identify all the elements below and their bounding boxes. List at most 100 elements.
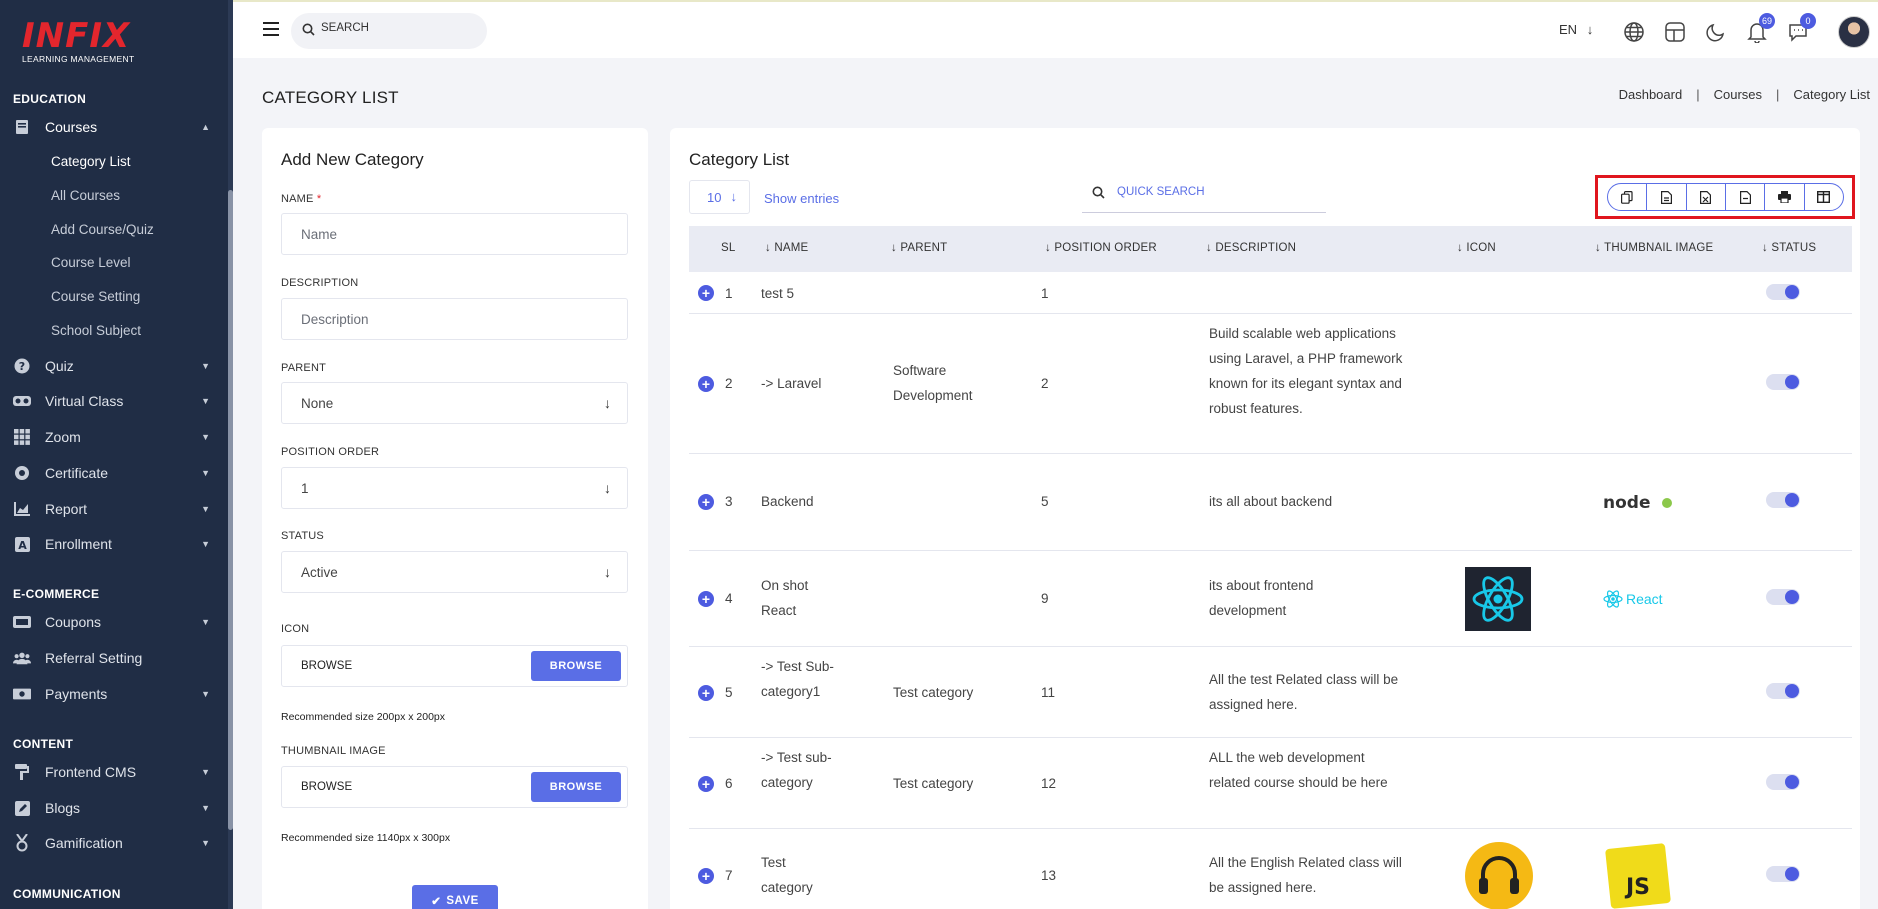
thumbnail-size-hint: Recommended size 1140px x 300px	[281, 832, 451, 844]
icon-browse-button[interactable]: BROWSE	[531, 651, 621, 681]
cell-name: Backend	[761, 494, 814, 509]
sidebar-sub-all-courses[interactable]: All Courses	[51, 188, 120, 203]
bell-icon[interactable]: 69	[1745, 13, 1775, 44]
book-icon	[13, 118, 31, 136]
chevron-down-icon: ▼	[201, 432, 210, 442]
entries-select[interactable]: 10 ↓	[689, 180, 750, 214]
js-logo-text: JS	[1624, 875, 1650, 900]
copy-button[interactable]	[1608, 184, 1648, 210]
columns-button[interactable]	[1805, 184, 1843, 210]
breadcrumb-current: Category List	[1793, 87, 1870, 102]
status-toggle[interactable]	[1766, 589, 1800, 605]
expand-row-icon[interactable]: +	[698, 685, 714, 701]
sidebar-sub-school-subject[interactable]: School Subject	[51, 323, 141, 338]
quick-search[interactable]	[1082, 178, 1326, 213]
col-status[interactable]: ↓ STATUS	[1762, 242, 1816, 254]
save-button[interactable]: ✔ SAVE	[412, 885, 498, 909]
sidebar-item-referral[interactable]: Referral Setting	[0, 643, 228, 673]
col-name[interactable]: ↓ NAME	[765, 242, 808, 254]
description-input[interactable]	[301, 311, 601, 327]
expand-row-icon[interactable]: +	[698, 376, 714, 392]
print-button[interactable]	[1765, 184, 1805, 210]
sidebar-item-virtual-class[interactable]: Virtual Class ▼	[0, 386, 228, 416]
sidebar-item-frontend-cms[interactable]: Frontend CMS ▼	[0, 757, 228, 787]
name-input[interactable]	[301, 226, 601, 242]
status-toggle[interactable]	[1766, 492, 1800, 508]
form-title: Add New Category	[281, 150, 424, 169]
status-toggle[interactable]	[1766, 374, 1800, 390]
expand-row-icon[interactable]: +	[698, 591, 714, 607]
expand-row-icon[interactable]: +	[698, 868, 714, 884]
name-field[interactable]	[281, 213, 628, 255]
position-select[interactable]: 1 ↓	[281, 467, 628, 509]
col-position[interactable]: ↓ POSITION ORDER	[1045, 242, 1157, 254]
status-select[interactable]: Active ↓	[281, 551, 628, 593]
parent-select[interactable]: None ↓	[281, 382, 628, 424]
sidebar-item-courses[interactable]: Courses ▲	[0, 112, 228, 142]
breadcrumb-courses[interactable]: Courses	[1714, 87, 1762, 102]
sidebar-item-payments[interactable]: Payments ▼	[0, 679, 228, 709]
sidebar-sub-category-list[interactable]: Category List	[51, 154, 131, 169]
icon-file-field[interactable]: BROWSE BROWSE	[281, 645, 628, 687]
search-input[interactable]	[321, 22, 476, 34]
expand-row-icon[interactable]: +	[698, 494, 714, 510]
name-label: NAME *	[281, 193, 321, 205]
status-toggle[interactable]	[1766, 683, 1800, 699]
chat-icon[interactable]: 0	[1786, 13, 1816, 44]
cell-sl: 7	[725, 868, 733, 883]
quick-search-input[interactable]	[1117, 186, 1317, 198]
sidebar-scroll-thumb[interactable]	[228, 190, 233, 830]
excel-button[interactable]	[1687, 184, 1726, 210]
status-toggle[interactable]	[1766, 284, 1800, 300]
pdf-button[interactable]	[1726, 184, 1766, 210]
expand-row-icon[interactable]: +	[698, 776, 714, 792]
globe-icon[interactable]	[1622, 20, 1646, 44]
icon-browse-text: BROWSE	[301, 660, 353, 672]
csv-file-icon	[1660, 190, 1672, 204]
thumbnail-browse-button[interactable]: BROWSE	[531, 772, 621, 802]
sidebar-item-report[interactable]: Report ▼	[0, 494, 228, 524]
description-field[interactable]	[281, 298, 628, 340]
moon-icon[interactable]	[1704, 20, 1728, 44]
sidebar-item-certificate[interactable]: Certificate ▼	[0, 458, 228, 488]
menu-toggle-icon[interactable]	[263, 22, 279, 36]
sidebar-item-enrollment[interactable]: A Enrollment ▼	[0, 529, 228, 559]
sidebar-item-label: Virtual Class	[45, 393, 124, 409]
sidebar-sub-course-setting[interactable]: Course Setting	[51, 289, 140, 304]
status-toggle[interactable]	[1766, 866, 1800, 882]
col-thumbnail[interactable]: ↓ THUMBNAIL IMAGE	[1595, 242, 1713, 254]
status-label: STATUS	[281, 530, 324, 542]
global-search[interactable]	[291, 13, 487, 49]
thumbnail-file-field[interactable]: BROWSE BROWSE	[281, 766, 628, 808]
sidebar-item-blogs[interactable]: Blogs ▼	[0, 793, 228, 823]
sidebar-sub-add-course[interactable]: Add Course/Quiz	[51, 222, 154, 237]
nodejs-logo: node	[1603, 491, 1673, 518]
language-selector[interactable]: EN ↓	[1559, 22, 1593, 37]
chevron-down-icon: ▼	[201, 689, 210, 699]
page-title: CATEGORY LIST	[262, 88, 399, 107]
sidebar-item-gamification[interactable]: Gamification ▼	[0, 828, 228, 858]
chevron-down-icon: ▼	[201, 361, 210, 371]
expand-row-icon[interactable]: +	[698, 285, 714, 301]
col-parent[interactable]: ↓ PARENT	[891, 242, 947, 254]
table-row: + 7 Test category 13 All the English Rel…	[689, 829, 1852, 909]
sidebar-item-label: Certificate	[45, 465, 109, 481]
status-toggle[interactable]	[1766, 774, 1800, 790]
notification-badge: 69	[1758, 13, 1775, 29]
sidebar-item-zoom[interactable]: Zoom ▼	[0, 422, 228, 452]
sidebar-item-quiz[interactable]: ? Quiz ▼	[0, 351, 228, 381]
app-logo[interactable]: INFIX LEARNING MANAGEMENT	[22, 18, 152, 70]
csv-button[interactable]	[1647, 184, 1687, 210]
col-icon[interactable]: ↓ ICON	[1457, 242, 1496, 254]
sidebar-scrollbar[interactable]	[228, 0, 233, 909]
avatar[interactable]	[1838, 16, 1870, 48]
layout-icon[interactable]	[1663, 20, 1687, 44]
sidebar-sub-course-level[interactable]: Course Level	[51, 255, 131, 270]
col-description[interactable]: ↓ DESCRIPTION	[1206, 242, 1296, 254]
sidebar-item-coupons[interactable]: Coupons ▼	[0, 607, 228, 637]
icon-label: ICON	[281, 623, 310, 635]
breadcrumb-dashboard[interactable]: Dashboard	[1619, 87, 1683, 102]
sort-icon: ↓	[891, 242, 901, 254]
category-list-card: Category List 10 ↓ Show entries QUICK SE…	[670, 128, 1860, 909]
col-sl[interactable]: SL	[721, 242, 735, 254]
